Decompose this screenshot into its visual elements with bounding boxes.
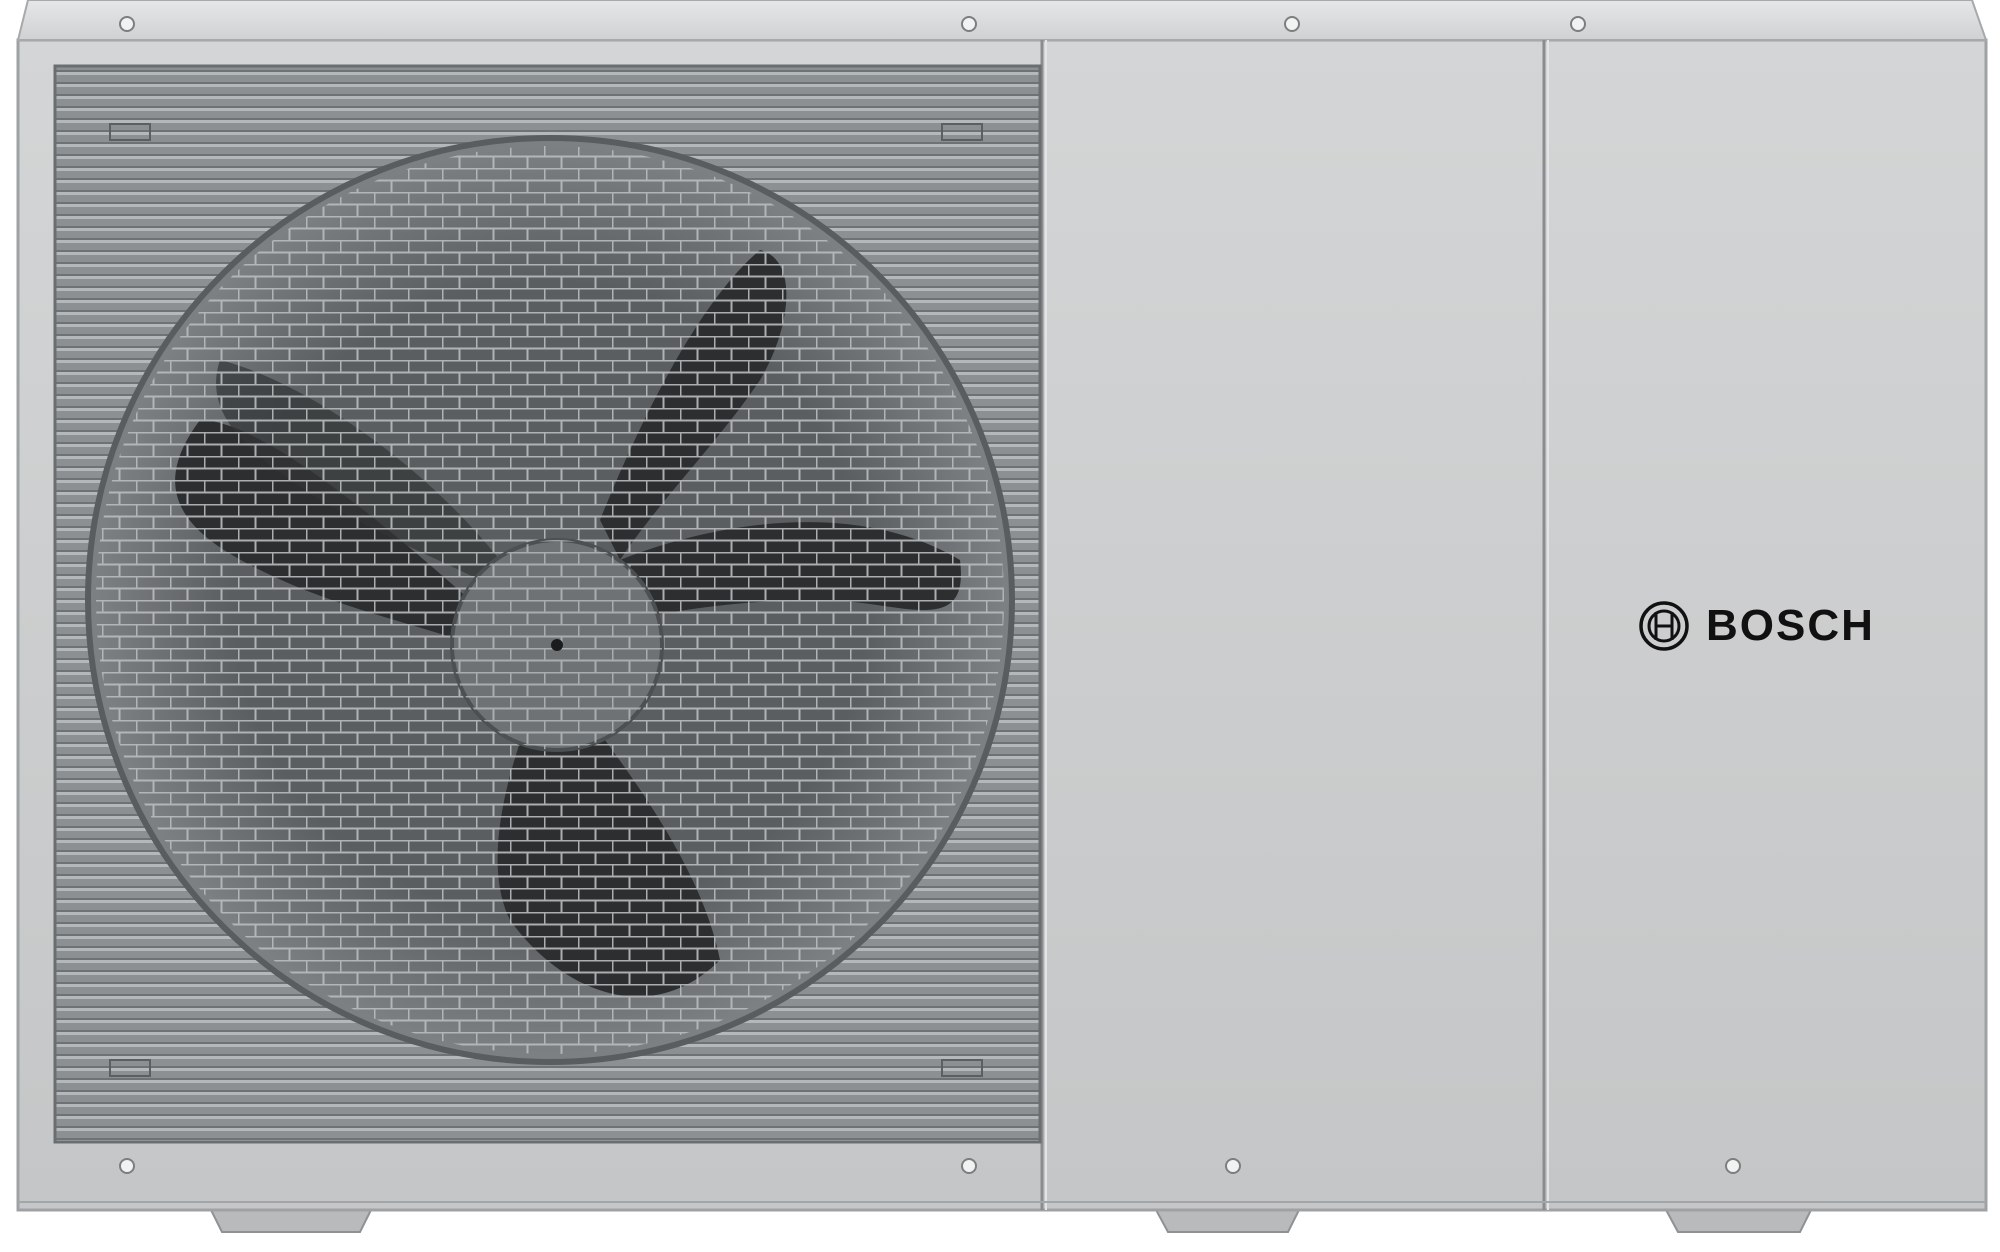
brand-name: BOSCH <box>1706 601 1875 650</box>
heat-pump-photo: BOSCH <box>0 0 2000 1252</box>
brand-badge: BOSCH <box>1638 600 1875 652</box>
fan <box>85 135 1015 1065</box>
bosch-armature-logo-icon <box>1639 601 1689 651</box>
